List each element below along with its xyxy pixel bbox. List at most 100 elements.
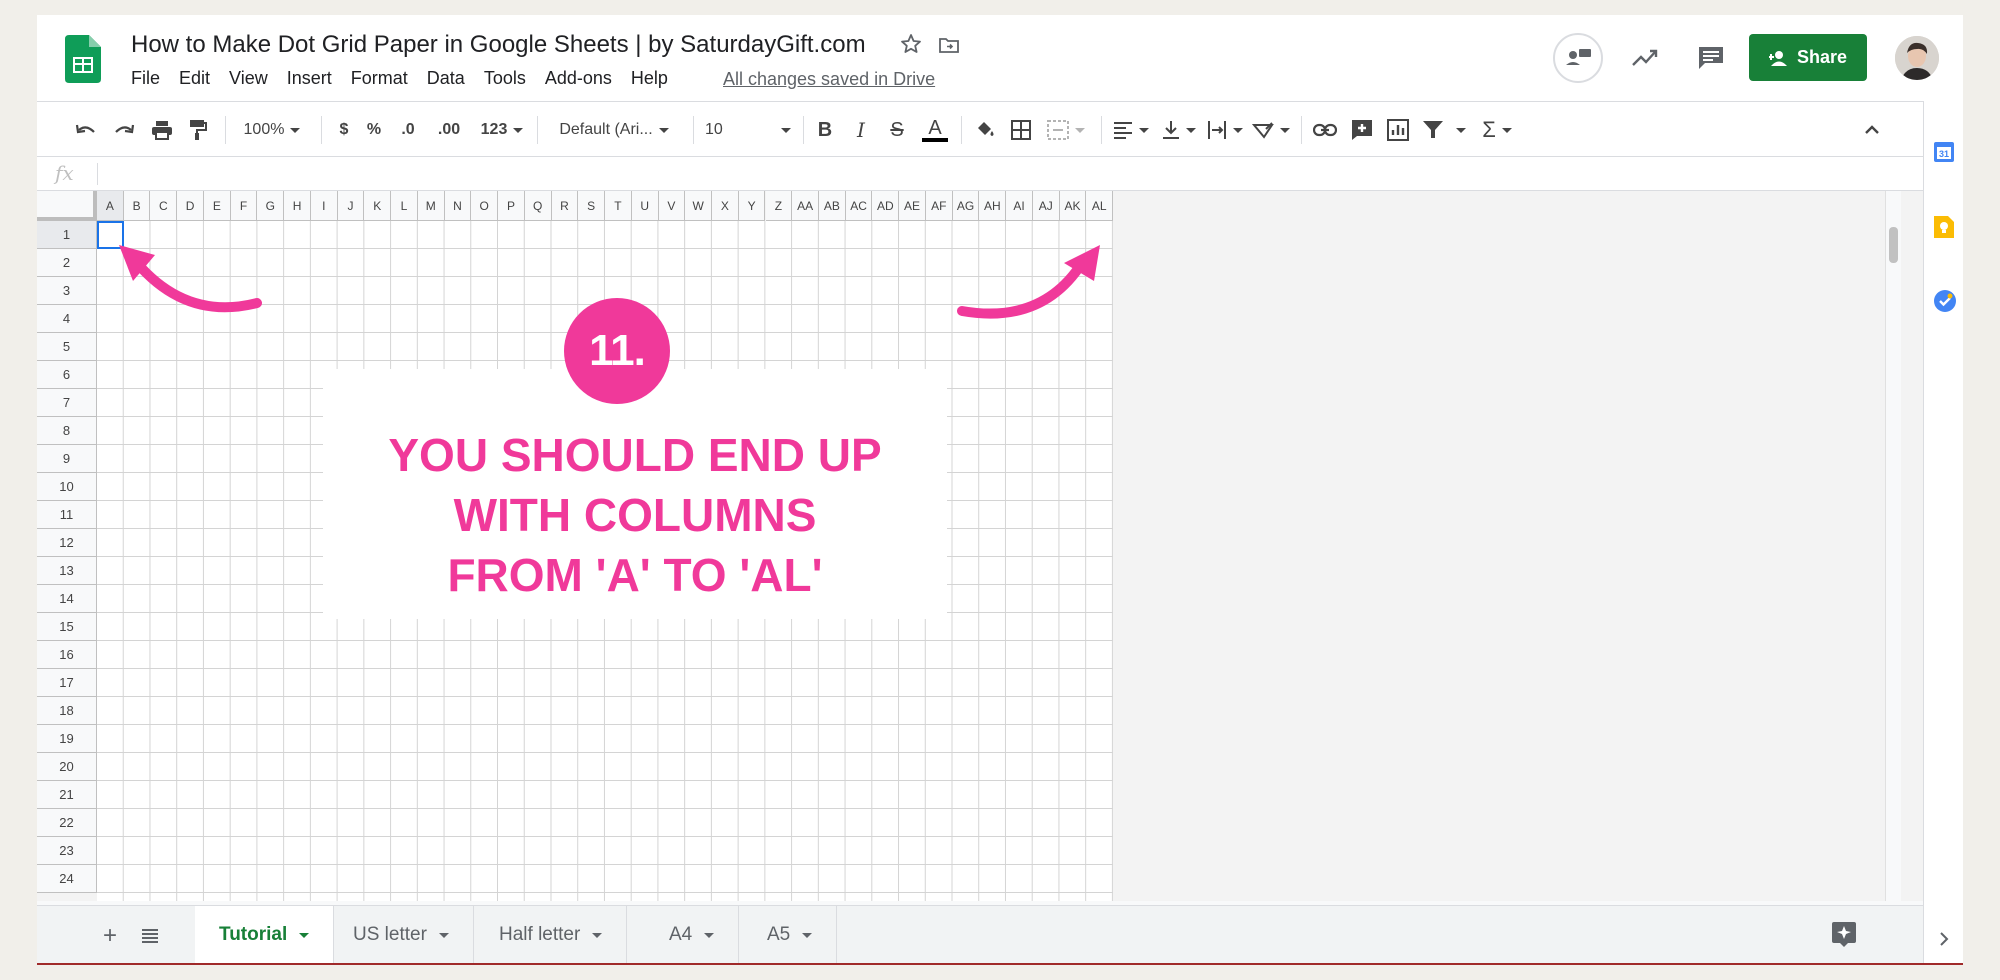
menu-file[interactable]: File (131, 68, 160, 89)
column-header-l[interactable]: L (391, 191, 418, 221)
row-header-7[interactable]: 7 (37, 389, 97, 417)
column-header-aa[interactable]: AA (792, 191, 819, 221)
column-header-ag[interactable]: AG (952, 191, 980, 221)
sheet-tab-half-letter[interactable]: Half letter (475, 906, 628, 963)
presence-button[interactable] (1553, 33, 1603, 83)
insert-chart-button[interactable] (1385, 116, 1411, 144)
vertical-scrollbar[interactable] (1885, 191, 1901, 901)
menu-help[interactable]: Help (631, 68, 668, 89)
row-header-16[interactable]: 16 (37, 641, 97, 669)
column-header-v[interactable]: V (658, 191, 686, 221)
activity-dashboard-icon[interactable] (1631, 47, 1659, 69)
chevron-right-icon[interactable] (1939, 931, 1949, 947)
explore-button[interactable] (1829, 920, 1859, 948)
add-sheet-button[interactable]: + (97, 922, 123, 950)
formula-input[interactable] (107, 161, 1907, 187)
horizontal-align-button[interactable] (1111, 116, 1151, 144)
text-color-button[interactable]: A (921, 116, 949, 144)
tasks-icon[interactable] (1933, 289, 1957, 313)
column-header-i[interactable]: I (310, 191, 338, 221)
column-header-x[interactable]: X (712, 191, 739, 221)
menu-tools[interactable]: Tools (484, 68, 526, 89)
vertical-align-button[interactable] (1159, 116, 1199, 144)
column-header-ad[interactable]: AD (872, 191, 900, 221)
column-header-ae[interactable]: AE (899, 191, 926, 221)
insert-link-button[interactable] (1311, 116, 1339, 144)
calendar-button[interactable]: 31 (1933, 141, 1955, 163)
row-header-5[interactable]: 5 (37, 333, 97, 361)
sheet-tab-tutorial[interactable]: Tutorial (195, 906, 335, 963)
undo-button[interactable] (73, 116, 99, 144)
avatar[interactable] (1895, 36, 1939, 80)
column-header-a[interactable]: A (97, 191, 124, 221)
scrollbar-thumb[interactable] (1889, 227, 1898, 263)
column-header-m[interactable]: M (417, 191, 445, 221)
row-header-2[interactable]: 2 (37, 249, 97, 277)
paint-format-button[interactable] (185, 116, 211, 144)
borders-button[interactable] (1009, 116, 1033, 144)
row-header-15[interactable]: 15 (37, 613, 97, 641)
column-header-q[interactable]: Q (524, 191, 552, 221)
currency-format-button[interactable]: $ (333, 116, 355, 144)
column-header-w[interactable]: W (685, 191, 712, 221)
star-icon[interactable] (899, 32, 923, 56)
column-header-ac[interactable]: AC (845, 191, 873, 221)
column-header-r[interactable]: R (551, 191, 579, 221)
column-header-aj[interactable]: AJ (1032, 191, 1060, 221)
row-header-22[interactable]: 22 (37, 809, 97, 837)
row-header-23[interactable]: 23 (37, 837, 97, 865)
sheet-tab-us-letter[interactable]: US letter (329, 906, 474, 963)
sheets-logo-icon[interactable] (65, 35, 101, 83)
column-header-ai[interactable]: AI (1006, 191, 1033, 221)
filter-button[interactable] (1421, 116, 1467, 144)
redo-button[interactable] (111, 116, 137, 144)
italic-button[interactable]: I (849, 116, 873, 144)
all-sheets-button[interactable] (137, 922, 163, 950)
column-header-d[interactable]: D (177, 191, 204, 221)
column-header-t[interactable]: T (605, 191, 632, 221)
insert-comment-button[interactable] (1349, 116, 1375, 144)
row-header-17[interactable]: 17 (37, 669, 97, 697)
sheet-tab-a5[interactable]: A5 (743, 906, 838, 963)
column-header-c[interactable]: C (150, 191, 178, 221)
decrease-decimal-button[interactable]: .0 (393, 116, 423, 144)
font-family-select[interactable]: Default (Ari... (547, 116, 681, 144)
column-header-n[interactable]: N (444, 191, 472, 221)
menu-edit[interactable]: Edit (179, 68, 210, 89)
column-header-al[interactable]: AL (1086, 191, 1114, 221)
column-header-k[interactable]: K (364, 191, 392, 221)
font-size-select[interactable]: 10 (705, 116, 791, 144)
column-header-ab[interactable]: AB (818, 191, 846, 221)
increase-decimal-button[interactable]: .00 (431, 116, 467, 144)
row-header-20[interactable]: 20 (37, 753, 97, 781)
column-header-af[interactable]: AF (925, 191, 953, 221)
row-header-8[interactable]: 8 (37, 417, 97, 445)
row-header-21[interactable]: 21 (37, 781, 97, 809)
merge-cells-button[interactable] (1043, 116, 1089, 144)
column-header-h[interactable]: H (284, 191, 311, 221)
zoom-select[interactable]: 100% (237, 116, 307, 144)
column-header-u[interactable]: U (631, 191, 659, 221)
collapse-toolbar-button[interactable] (1859, 116, 1885, 144)
row-header-1[interactable]: 1 (37, 221, 97, 249)
column-header-s[interactable]: S (578, 191, 606, 221)
bold-button[interactable]: B (813, 116, 837, 144)
column-header-g[interactable]: G (257, 191, 285, 221)
column-header-z[interactable]: Z (765, 191, 793, 221)
column-header-o[interactable]: O (471, 191, 499, 221)
column-header-f[interactable]: F (230, 191, 258, 221)
share-button[interactable]: Share (1749, 34, 1867, 81)
column-header-p[interactable]: P (498, 191, 525, 221)
column-header-ah[interactable]: AH (979, 191, 1007, 221)
row-header-11[interactable]: 11 (37, 501, 97, 529)
more-formats-select[interactable]: 123 (477, 116, 527, 144)
column-header-ak[interactable]: AK (1059, 191, 1087, 221)
row-header-13[interactable]: 13 (37, 557, 97, 585)
save-status-link[interactable]: All changes saved in Drive (723, 69, 935, 90)
row-header-12[interactable]: 12 (37, 529, 97, 557)
move-to-folder-icon[interactable] (937, 33, 961, 57)
keep-icon[interactable] (1933, 215, 1955, 239)
document-title[interactable]: How to Make Dot Grid Paper in Google She… (131, 31, 866, 59)
text-wrapping-button[interactable] (1205, 116, 1245, 144)
row-header-3[interactable]: 3 (37, 277, 97, 305)
